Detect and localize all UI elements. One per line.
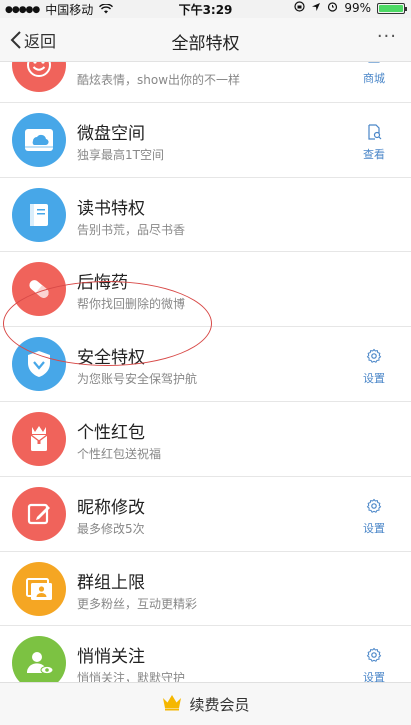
battery-percent: 99% xyxy=(344,1,371,15)
gear-icon xyxy=(366,648,382,663)
renew-membership-label: 续费会员 xyxy=(189,695,250,714)
settings-button[interactable]: 设置 xyxy=(359,498,389,536)
alarm-icon xyxy=(327,1,338,15)
list-item-secret-follow[interactable]: 悄悄关注 悄悄关注，默默守护 设置 xyxy=(0,626,411,682)
item-desc: 更多粉丝，互动更精彩 xyxy=(77,596,198,611)
item-desc: 帮你找回删除的微博 xyxy=(77,297,186,312)
list-item-emoji[interactable]: 酷炫表情，show出你的不一样 商城 xyxy=(0,62,411,103)
settings-label: 设置 xyxy=(363,671,385,682)
store-icon xyxy=(368,62,380,63)
view-label: 查看 xyxy=(363,147,385,161)
edit-icon xyxy=(12,486,66,541)
cloud-drive-icon xyxy=(12,112,66,167)
more-button[interactable]: ··· xyxy=(377,26,397,47)
list-item-cloud-drive[interactable]: 微盘空间 独享最高1T空间 查看 xyxy=(0,102,411,178)
item-desc: 酷炫表情，show出你的不一样 xyxy=(77,73,241,87)
settings-button[interactable]: 设置 xyxy=(359,348,389,386)
item-desc: 最多修改5次 xyxy=(77,521,145,536)
list-item-regret-pill[interactable]: 后悔药 帮你找回删除的微博 xyxy=(0,252,411,328)
status-bar: ●●●●● 中国移动 下午3:29 99% xyxy=(0,0,411,18)
location-icon xyxy=(311,1,321,15)
item-name: 个性红包 xyxy=(77,422,145,443)
item-name: 悄悄关注 xyxy=(77,647,145,668)
item-name: 安全特权 xyxy=(77,348,145,369)
item-name: 微盘空间 xyxy=(77,123,145,144)
item-name: 读书特权 xyxy=(77,198,145,219)
gear-icon xyxy=(366,498,382,513)
settings-label: 设置 xyxy=(363,521,385,535)
book-icon xyxy=(12,187,66,242)
settings-label: 设置 xyxy=(363,372,385,386)
shield-icon xyxy=(12,337,66,392)
document-search-icon xyxy=(368,124,382,140)
item-name: 群组上限 xyxy=(77,572,145,593)
pill-icon xyxy=(12,262,66,317)
view-button[interactable]: 查看 xyxy=(359,124,389,162)
list-item-reading[interactable]: 读书特权 告别书荒，品尽书香 xyxy=(0,177,411,253)
renew-membership-button[interactable]: 续费会员 xyxy=(0,682,411,725)
item-desc: 个性红包送祝福 xyxy=(77,446,162,461)
list-item-security[interactable]: 安全特权 为您账号安全保驾护航 设置 xyxy=(0,327,411,402)
item-desc: 告别书荒，品尽书香 xyxy=(77,222,186,237)
gear-icon xyxy=(366,348,382,364)
settings-button[interactable]: 设置 xyxy=(359,647,389,682)
item-desc: 为您账号安全保驾护航 xyxy=(77,372,198,387)
battery-icon xyxy=(377,2,407,14)
item-name: 昵称修改 xyxy=(77,497,145,518)
list-item-nickname[interactable]: 昵称修改 最多修改5次 设置 xyxy=(0,476,411,552)
lock-rotation-icon xyxy=(294,1,305,15)
secret-follow-icon xyxy=(12,636,66,682)
group-icon xyxy=(12,561,66,616)
list-item-group-limit[interactable]: 群组上限 更多粉丝，互动更精彩 xyxy=(0,551,411,627)
emoji-icon xyxy=(12,62,66,92)
mall-label: 商城 xyxy=(363,72,385,85)
item-name: 后悔药 xyxy=(77,273,128,294)
crown-icon xyxy=(161,693,183,715)
page-title: 全部特权 xyxy=(171,34,240,54)
nav-bar: 返回 全部特权 ··· xyxy=(0,18,411,62)
privilege-list: 酷炫表情，show出你的不一样 商城 微盘空间 独享最高1T空间 查看 读书特权… xyxy=(0,62,411,682)
item-desc: 悄悄关注，默默守护 xyxy=(77,671,186,682)
list-item-red-packet[interactable]: 个性红包 个性红包送祝福 xyxy=(0,401,411,477)
item-desc: 独享最高1T空间 xyxy=(77,147,164,162)
red-packet-icon xyxy=(12,411,66,466)
mall-button[interactable]: 商城 xyxy=(359,62,389,86)
